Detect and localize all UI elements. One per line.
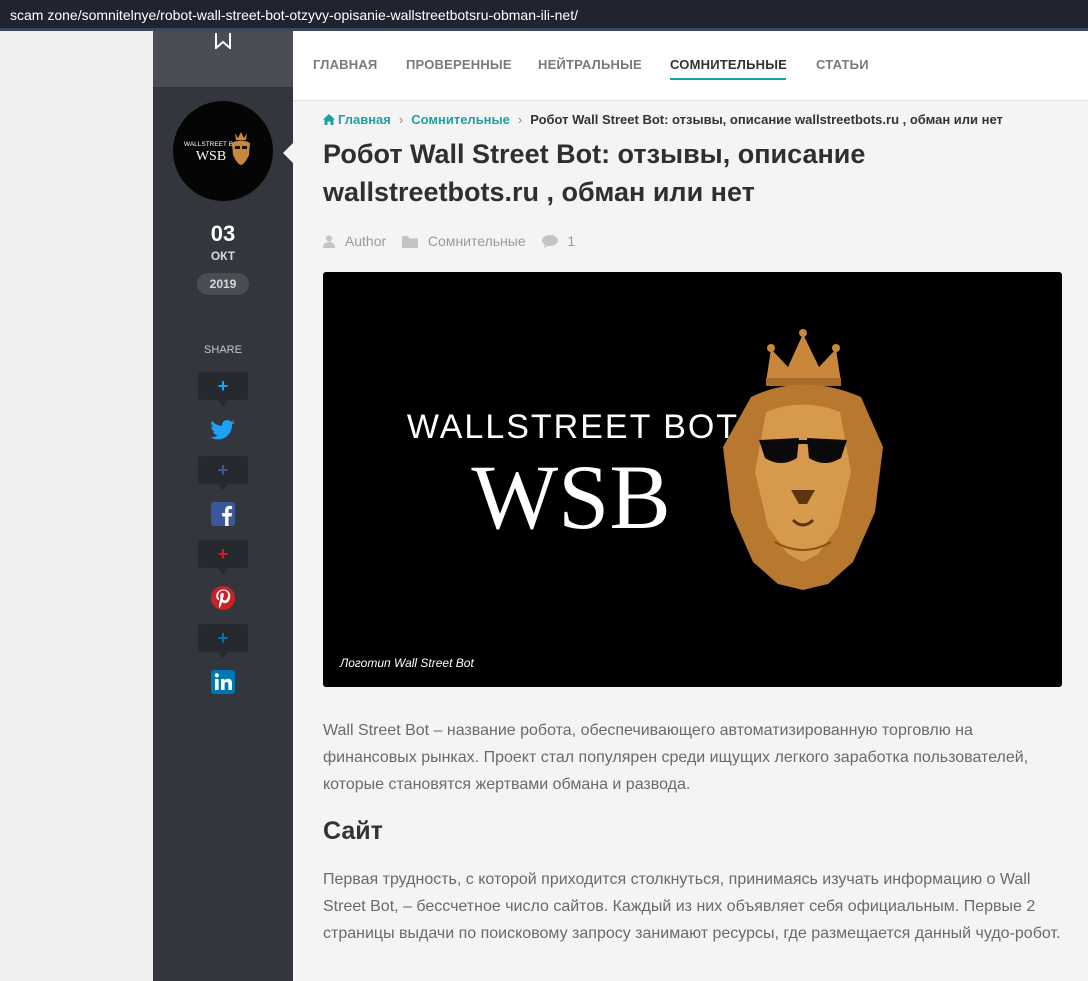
sidebar-top-block <box>153 31 293 87</box>
post-date-year: 2019 <box>197 273 249 295</box>
nav-item-neutral[interactable]: НЕЙТРАЛЬНЫЕ <box>538 57 642 72</box>
post-meta: Author Сомнительные 1 <box>323 232 575 249</box>
post-date-day: 03 <box>210 221 236 246</box>
linkedin-share-count-button[interactable]: + <box>198 624 248 658</box>
section-heading: Сайт <box>323 817 383 845</box>
home-icon <box>323 114 335 125</box>
breadcrumb-chevron-icon: › <box>517 112 523 127</box>
breadcrumb-home-link[interactable]: Главная <box>338 112 391 127</box>
breadcrumb-current: Робот Wall Street Bot: отзывы, описание … <box>530 112 1003 127</box>
post-comments-count[interactable]: 1 <box>567 233 575 249</box>
twitter-share-count-button[interactable]: + <box>198 372 248 406</box>
page-title: Робот Wall Street Bot: отзывы, описание … <box>323 139 866 207</box>
breadcrumb-chevron-icon: › <box>398 112 404 127</box>
article-content: Главная › Сомнительные › Робот Wall Street B… <box>293 101 1088 981</box>
lion-crown-icon <box>723 329 883 590</box>
main-navigation: ГЛАВНАЯ ПРОВЕРЕННЫЕ НЕЙТРАЛЬНЫЕ СОМНИТЕЛ… <box>293 31 1088 101</box>
pinterest-share-count-button[interactable]: + <box>198 540 248 574</box>
browser-address-bar[interactable]: scam zone/somnitelnye/robot-wall-street-… <box>0 0 1088 31</box>
nav-active-indicator <box>670 78 786 80</box>
post-category-link[interactable]: Сомнительные <box>428 233 526 249</box>
post-avatar: WALLSTREET BOT WSB <box>173 101 273 201</box>
article-intro-paragraph: Wall Street Bot – название робота, обесп… <box>323 722 1029 793</box>
twitter-icon[interactable] <box>208 415 238 445</box>
post-author-link[interactable]: Author <box>345 233 386 249</box>
page-left-margin <box>0 31 153 981</box>
avatar-pointer <box>283 143 293 163</box>
facebook-share-count-button[interactable]: + <box>198 456 248 490</box>
post-sidebar: WALLSTREET BOT WSB 03 ОКТ 2019 SHARE + +… <box>153 31 293 981</box>
nav-item-home[interactable]: ГЛАВНАЯ <box>313 57 377 72</box>
hero-logo-line1: WALLSTREET BOT <box>407 408 739 446</box>
wsb-logo-image: WALLSTREET BOT WSB Логотип Wall Street B… <box>339 329 883 670</box>
url-text[interactable]: scam zone/somnitelnye/robot-wall-street-… <box>10 7 578 23</box>
breadcrumb-category-link[interactable]: Сомнительные <box>411 112 510 127</box>
nav-item-dubious[interactable]: СОМНИТЕЛЬНЫЕ <box>670 57 787 72</box>
nav-item-verified[interactable]: ПРОВЕРЕННЫЕ <box>406 57 512 72</box>
bookmark-icon[interactable] <box>214 33 232 49</box>
article-featured-image: WALLSTREET BOT WSB Логотип Wall Street B… <box>323 272 1062 687</box>
wsb-avatar-logo: WALLSTREET BOT WSB <box>184 132 250 165</box>
breadcrumb: Главная › Сомнительные › Робот Wall Street B… <box>323 112 1003 127</box>
pinterest-icon[interactable] <box>208 583 238 613</box>
section-paragraph: Первая трудность, с которой приходится с… <box>323 871 1061 942</box>
hero-logo-line2: WSB <box>471 446 670 548</box>
linkedin-icon[interactable] <box>208 667 238 697</box>
share-label: SHARE <box>204 344 242 356</box>
facebook-icon[interactable] <box>208 499 238 529</box>
comment-icon <box>541 234 558 248</box>
nav-item-articles[interactable]: СТАТЬИ <box>816 57 869 72</box>
user-icon <box>323 235 335 248</box>
avatar-logo-line2: WSB <box>196 149 226 164</box>
hero-caption: Логотип Wall Street Bot <box>339 656 474 670</box>
folder-icon <box>402 235 419 248</box>
post-date-month: ОКТ <box>210 249 236 263</box>
